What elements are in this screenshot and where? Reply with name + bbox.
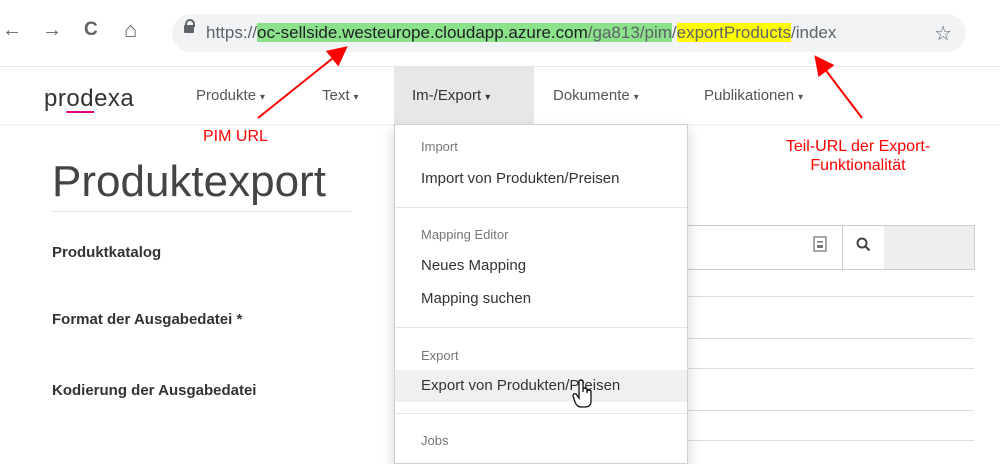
annotation-pim-url: PIM URL — [203, 128, 268, 145]
annotation-arrows — [257, 46, 863, 119]
annotation-export-url: Teil-URL der Export- Funktionalität — [785, 138, 931, 174]
